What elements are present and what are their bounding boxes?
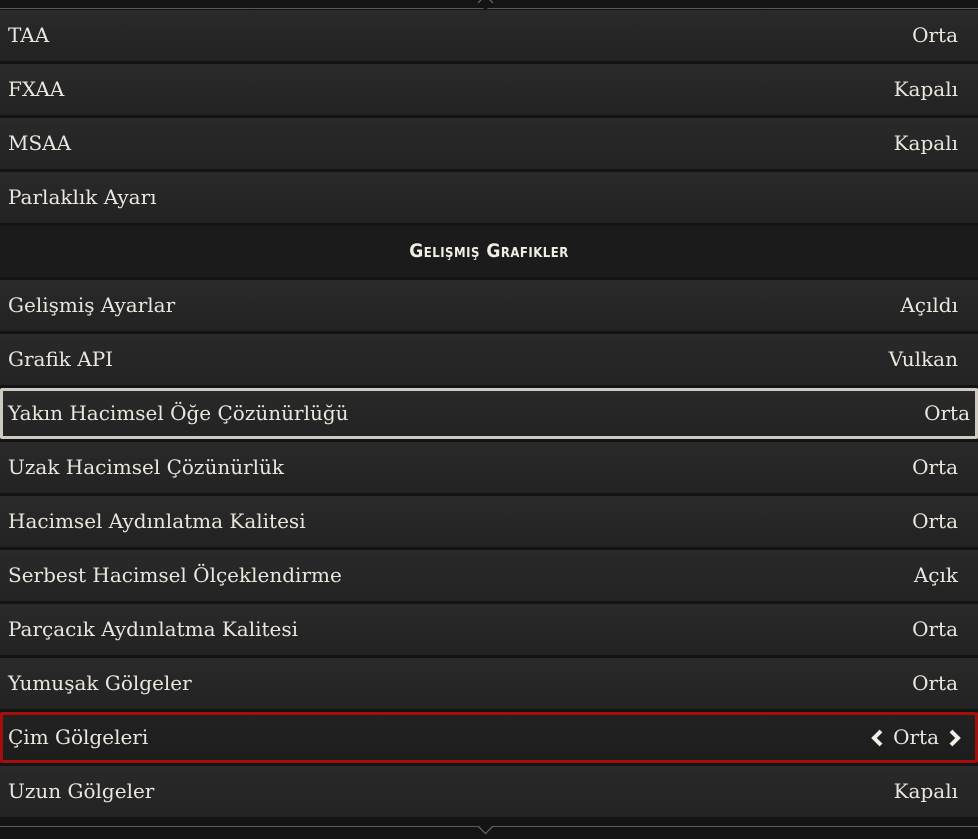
setting-value: Açıldı [900, 293, 958, 317]
setting-label: Yakın Hacimsel Öğe Çözünürlüğü [8, 401, 349, 425]
setting-label: Hacimsel Aydınlatma Kalitesi [8, 509, 306, 533]
value-selector: Orta [869, 715, 963, 760]
menu-top-frame [0, 0, 978, 11]
setting-value: Açık [913, 563, 958, 587]
setting-row-msaa[interactable]: MSAA Kapalı [0, 118, 978, 169]
menu-bottom-frame [0, 818, 978, 835]
setting-row-volumetric-lighting-quality[interactable]: Hacimsel Aydınlatma Kalitesi Orta [0, 496, 978, 547]
setting-row-near-volumetric-resolution[interactable]: Yakın Hacimsel Öğe Çözünürlüğü Orta [0, 388, 978, 439]
setting-row-advanced-settings[interactable]: Gelişmiş Ayarlar Açıldı [0, 280, 978, 331]
setting-value: Orta [893, 725, 939, 749]
setting-label: Çim Gölgeleri [8, 725, 149, 749]
setting-row-long-shadows[interactable]: Uzun Gölgeler Kapalı [0, 766, 978, 817]
section-header-advanced-graphics: Gelişmiş Grafikler [0, 226, 978, 277]
setting-row-far-volumetric-resolution[interactable]: Uzak Hacimsel Çözünürlük Orta [0, 442, 978, 493]
setting-label: Uzun Gölgeler [8, 779, 155, 803]
setting-label: FXAA [8, 77, 65, 101]
setting-value: Kapalı [893, 77, 958, 101]
setting-label: TAA [8, 23, 50, 47]
settings-list: TAA Orta FXAA Kapalı MSAA Kapalı Parlakl… [0, 10, 978, 820]
setting-label: Serbest Hacimsel Ölçeklendirme [8, 563, 342, 587]
scroll-down-indicator[interactable] [477, 818, 494, 835]
setting-label: Parçacık Aydınlatma Kalitesi [8, 617, 299, 641]
setting-row-graphics-api[interactable]: Grafik API Vulkan [0, 334, 978, 385]
chevron-left-icon[interactable] [869, 729, 887, 747]
setting-row-particle-lighting-quality[interactable]: Parçacık Aydınlatma Kalitesi Orta [0, 604, 978, 655]
setting-value: Orta [912, 509, 958, 533]
setting-value: Orta [912, 455, 958, 479]
setting-value: Kapalı [893, 779, 958, 803]
section-title: Gelişmiş Grafikler [409, 240, 569, 262]
setting-row-taa[interactable]: TAA Orta [0, 10, 978, 61]
setting-row-soft-shadows[interactable]: Yumuşak Gölgeler Orta [0, 658, 978, 709]
setting-label: Uzak Hacimsel Çözünürlük [8, 455, 285, 479]
setting-value: Orta [924, 401, 970, 425]
setting-row-fxaa[interactable]: FXAA Kapalı [0, 64, 978, 115]
setting-row-grass-shadows[interactable]: Çim Gölgeleri Orta [0, 712, 978, 763]
setting-value: Orta [912, 671, 958, 695]
setting-label: MSAA [8, 131, 72, 155]
setting-value: Kapalı [893, 131, 958, 155]
setting-label: Gelişmiş Ayarlar [8, 293, 176, 317]
setting-label: Parlaklık Ayarı [8, 185, 157, 209]
setting-label: Grafik API [8, 347, 114, 371]
setting-value: Vulkan [888, 347, 958, 371]
scroll-up-indicator[interactable] [477, 0, 494, 11]
setting-label: Yumuşak Gölgeler [8, 671, 192, 695]
chevron-right-icon[interactable] [945, 729, 963, 747]
setting-row-brightness[interactable]: Parlaklık Ayarı [0, 172, 978, 223]
setting-value: Orta [912, 23, 958, 47]
setting-value: Orta [912, 617, 958, 641]
setting-row-unlocked-volumetric-scaling[interactable]: Serbest Hacimsel Ölçeklendirme Açık [0, 550, 978, 601]
